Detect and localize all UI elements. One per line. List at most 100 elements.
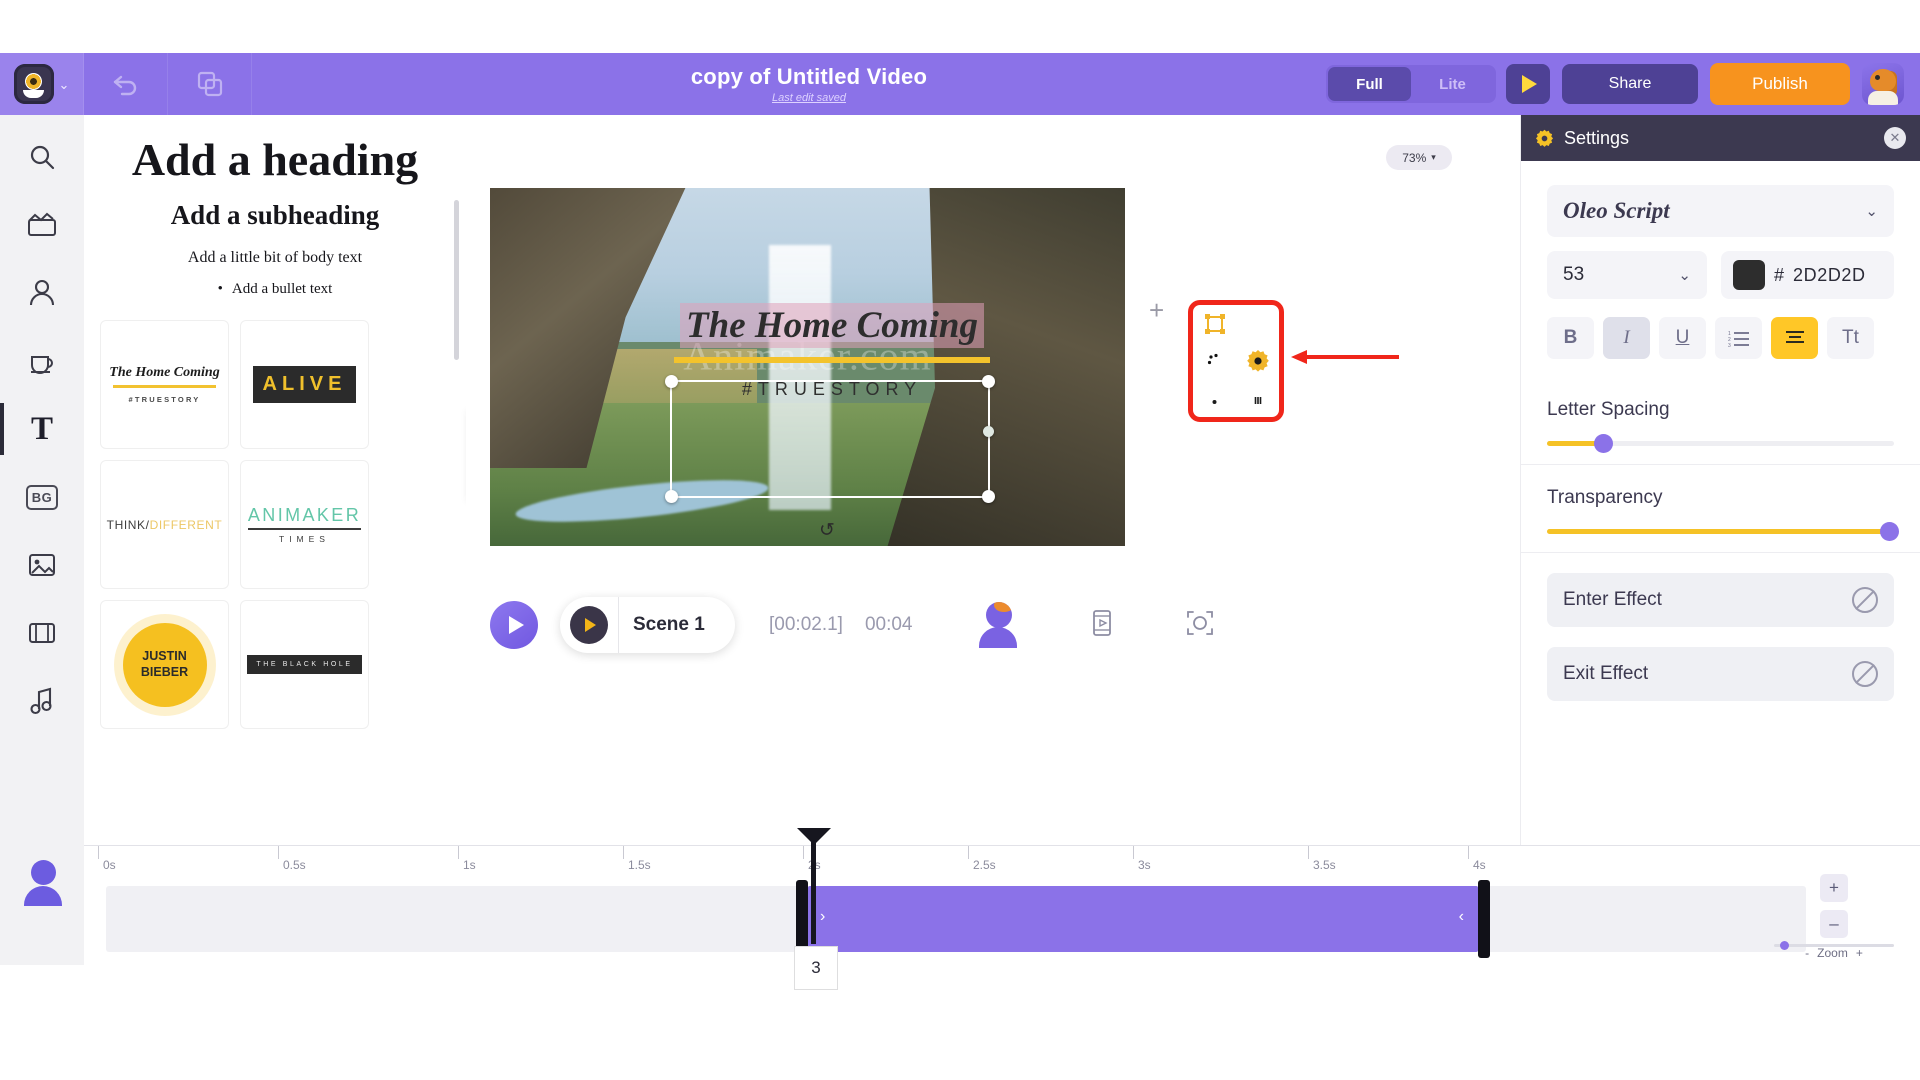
close-icon[interactable]: ✕ [1884,127,1906,149]
template-title: THE BLACK HOLE [256,661,353,668]
template-title: ANIMAKER [247,504,362,525]
divider [247,527,362,531]
chevron-down-icon[interactable]: ⌄ [59,78,70,91]
canvas-zoom-control[interactable]: 73% ▾ [1386,145,1452,170]
bold-button[interactable]: B [1547,317,1594,359]
top-toolbar: ⌄ copy of Untitled Video Last edit saved… [0,53,1920,115]
font-size-select[interactable]: 53 ⌄ [1547,251,1707,299]
duplicate-button[interactable] [168,53,252,115]
transparency-knob[interactable] [1880,522,1899,541]
sidebar-item-music[interactable] [14,675,70,727]
template-card-justin-bieber[interactable]: JUSTIN BIEBER [100,600,229,729]
font-color-field[interactable]: # 2D2D2D [1721,251,1894,299]
enter-effect-row[interactable]: Enter Effect [1547,573,1894,627]
zoom-in-button[interactable]: + [1820,874,1848,902]
add-subheading-option[interactable]: Add a subheading [84,200,466,231]
text-tool-icon: T [30,410,53,447]
resize-handle-top-right[interactable] [982,375,995,388]
sidebar-item-video-library[interactable] [14,607,70,659]
template-card-think-different[interactable]: THINK/DIFFERENT [100,460,229,589]
template-title-line1: JUSTIN [142,648,187,663]
sidebar-item-video[interactable] [14,199,70,251]
timeline-zoom-slider[interactable] [1774,941,1894,950]
play-button[interactable] [490,601,538,649]
sidebar-item-props[interactable] [14,335,70,387]
color-hex-value[interactable]: 2D2D2D [1793,265,1866,286]
publish-button[interactable]: Publish [1710,63,1850,105]
sidebar-item-image[interactable] [14,539,70,591]
tab-full[interactable]: Full [1328,67,1411,101]
resize-handle-middle-right[interactable] [983,426,994,437]
align-button[interactable] [1771,317,1818,359]
add-bullet-text-option[interactable]: Add a bullet text [84,281,466,298]
clapperboard-icon [28,212,56,236]
template-card-animaker-times[interactable]: ANIMAKER TIMES [240,460,369,589]
preview-button[interactable] [1506,64,1550,104]
add-heading-option[interactable]: Add a heading [84,133,466,186]
unlock-icon[interactable] [1202,385,1228,411]
rotate-icon[interactable]: ↺ [815,518,839,542]
focus-frame-icon[interactable] [1185,608,1215,643]
italic-button[interactable]: I [1603,317,1650,359]
sidebar-item-character[interactable] [14,267,70,319]
share-button[interactable]: Share [1562,64,1698,104]
element-floating-toolbar [1188,300,1284,422]
scene-strip-icon[interactable] [1087,608,1117,643]
crop-icon[interactable] [1202,311,1228,337]
clip-chevron-left-icon[interactable]: › [820,908,825,926]
resize-handle-bottom-left[interactable] [665,490,678,503]
italic-icon: I [1623,327,1630,348]
undo-button[interactable] [84,53,168,115]
sidebar-item-search[interactable] [14,131,70,183]
canvas-heading-text[interactable]: The Home Coming [680,303,984,349]
template-banner: ALIVE [252,366,357,403]
color-swatch[interactable] [1733,260,1765,290]
settings-gear-icon[interactable] [1245,348,1271,374]
brand-menu[interactable]: ⌄ [0,53,84,115]
template-card-alive[interactable]: ALIVE [240,320,369,449]
user-avatar-icon[interactable] [1862,63,1904,105]
sidebar-item-text[interactable]: T [0,403,70,455]
palette-icon[interactable] [1202,348,1228,374]
scene-play-button[interactable] [570,606,608,644]
tab-lite[interactable]: Lite [1411,67,1494,101]
video-canvas[interactable]: Animaker.com The Home Coming #TRUESTORY … [490,188,1125,546]
underline-button[interactable]: U [1659,317,1706,359]
template-title-line2: BIEBER [140,664,189,679]
template-scrollbar[interactable] [454,200,459,360]
page-title[interactable]: copy of Untitled Video [292,64,1326,90]
transparency-slider[interactable] [1547,522,1899,541]
align-center-icon [1785,331,1804,343]
play-icon [1522,75,1537,93]
resize-handle-bottom-right[interactable] [982,490,995,503]
template-card-home-coming[interactable]: The Home Coming #TRUESTORY [100,320,229,449]
timeline-ruler[interactable]: 0s 0.5s 1s 1.5s 2s 2.5s 3s 3.5s 4s [84,846,1920,876]
selection-box[interactable] [665,375,995,503]
bold-icon: B [1563,327,1578,348]
zoom-minus-label: - [1805,946,1810,960]
font-family-select[interactable]: Oleo Script ⌄ [1547,185,1894,237]
letter-spacing-slider[interactable] [1547,434,1894,453]
letter-spacing-knob[interactable] [1593,434,1613,453]
add-element-button[interactable]: + [1149,295,1164,326]
play-icon [508,616,524,634]
timeline-clip[interactable]: › ‹ [796,880,1490,958]
resize-handle-top-left[interactable] [665,375,678,388]
timeline-zoom-slider-knob[interactable] [1780,941,1789,950]
text-case-button[interactable]: Tt [1827,317,1874,359]
zoom-out-button[interactable]: – [1820,910,1848,938]
clip-trim-handle-right[interactable] [1478,880,1490,958]
character-icon[interactable] [977,602,1019,648]
path-animation-icon[interactable] [1245,311,1271,337]
trash-icon[interactable] [1245,385,1271,411]
clip-chevron-right-icon[interactable]: ‹ [1459,908,1464,926]
exit-effect-row[interactable]: Exit Effect [1547,647,1894,701]
list-button[interactable]: 1 2 3 [1715,317,1762,359]
add-body-text-option[interactable]: Add a little bit of body text [84,249,466,267]
sidebar-item-background[interactable]: BG [14,471,70,523]
template-card-black-hole[interactable]: THE BLACK HOLE [240,600,369,729]
playhead-line[interactable] [811,838,816,944]
rail-user-avatar[interactable] [22,860,64,906]
scene-chip[interactable]: Scene 1 [560,597,735,653]
total-time: 00:04 [864,614,913,635]
